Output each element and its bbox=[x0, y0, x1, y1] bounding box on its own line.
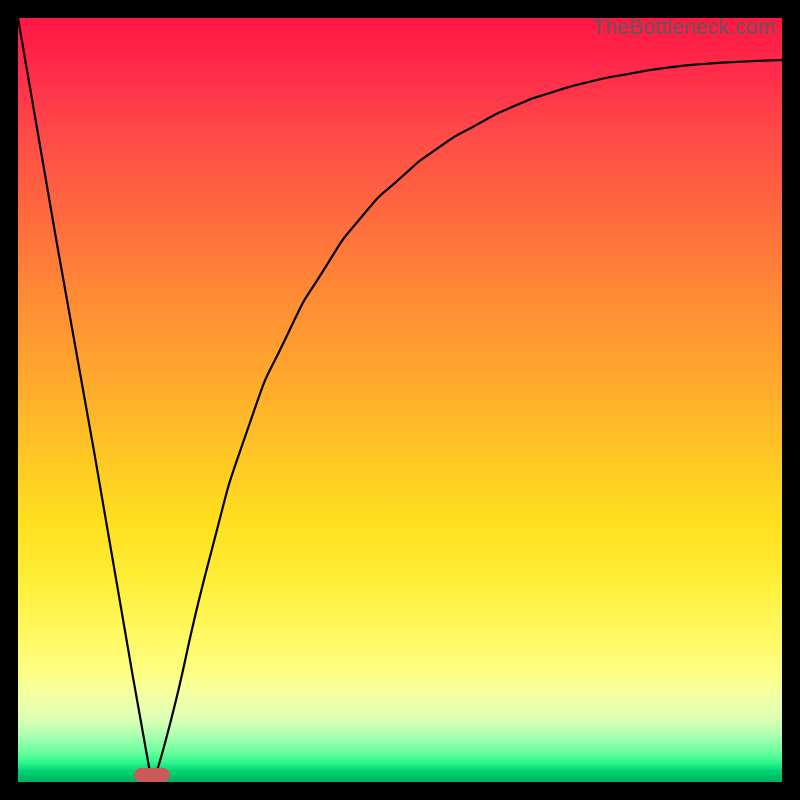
watermark-text: TheBottleneck.com bbox=[593, 16, 776, 40]
plot-area: TheBottleneck.com bbox=[18, 18, 782, 782]
bottleneck-curve-path bbox=[18, 18, 782, 782]
bottleneck-curve-svg bbox=[18, 18, 782, 782]
minimum-marker-icon bbox=[134, 768, 170, 782]
chart-frame: TheBottleneck.com bbox=[0, 0, 800, 800]
